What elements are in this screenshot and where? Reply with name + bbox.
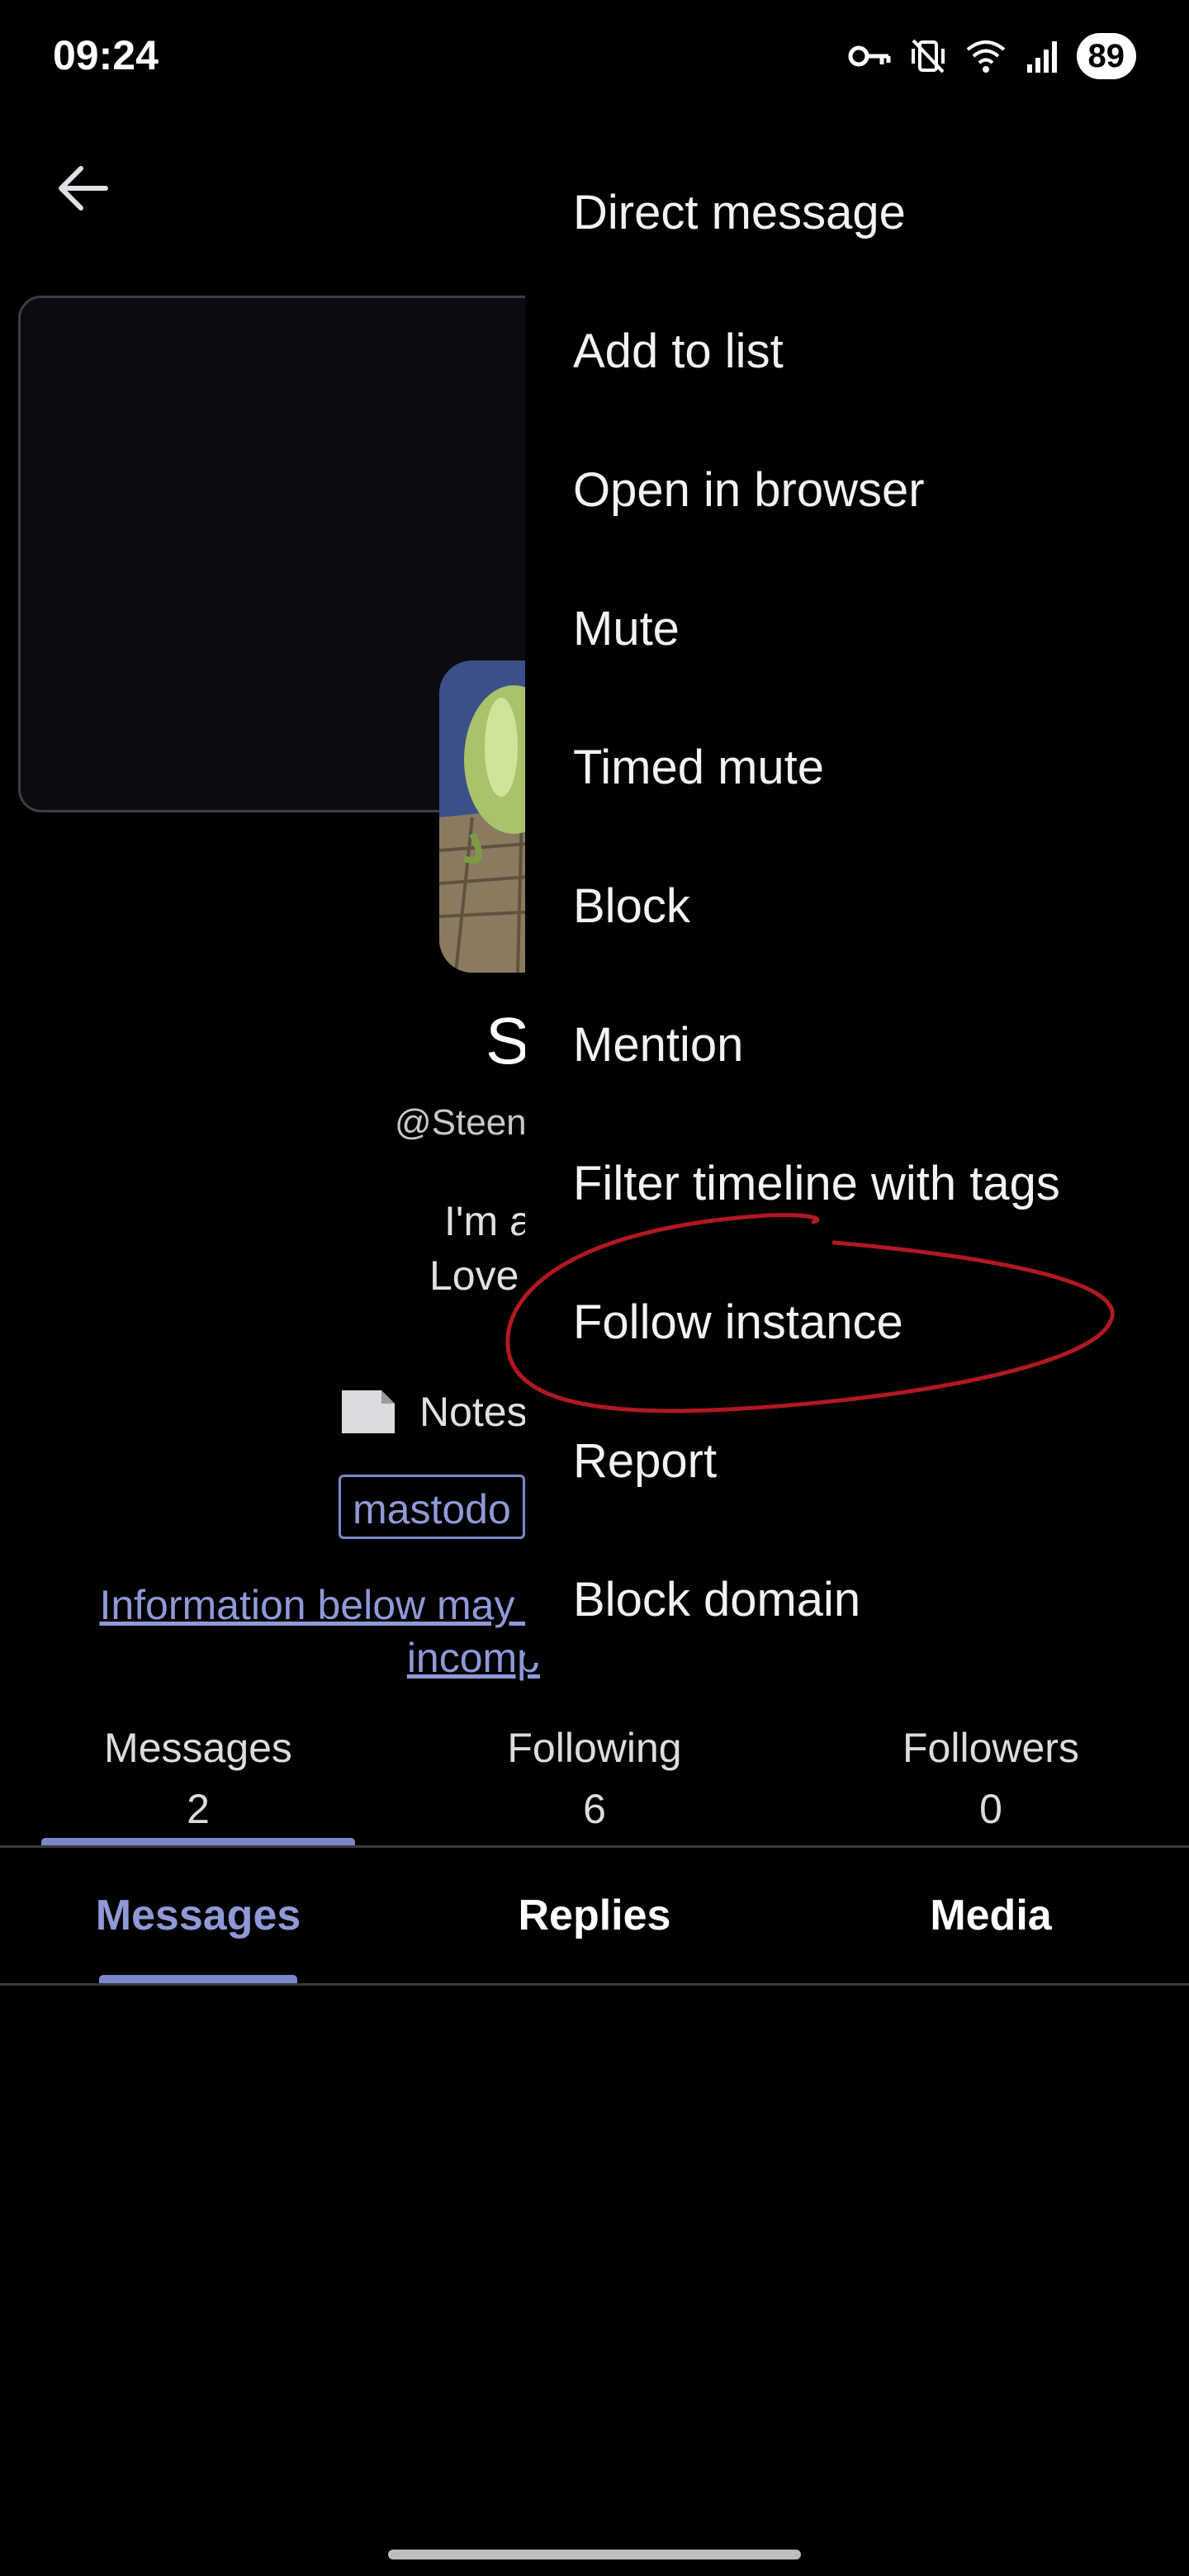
stat-label: Followers [902,1725,1079,1771]
status-icons: 89 [847,31,1136,81]
bio-line: Love [429,1252,519,1299]
profile-field-notes: Notes [339,1387,528,1437]
menu-item-mute[interactable]: Mute [573,580,680,679]
battery-indicator: 89 [1076,33,1136,79]
info-link-line: incomp [406,1635,540,1681]
account-handle: @Steen [395,1102,527,1143]
menu-item-block[interactable]: Block [573,857,690,956]
stat-following[interactable]: Following 6 [471,1717,718,1840]
vibrate-off-icon [910,37,946,75]
divider [0,1845,1189,1848]
arrow-left-icon [59,166,108,211]
bio-line: I'm a [444,1198,533,1244]
divider [0,1983,1189,1986]
menu-item-open-in-browser[interactable]: Open in browser [573,441,925,540]
info-link-line: Information below may r [99,1582,540,1628]
tab-selected-indicator [99,1975,297,1983]
stat-count: 6 [583,1786,606,1832]
stat-messages[interactable]: Messages 2 [74,1717,322,1840]
status-time: 09:24 [53,32,159,78]
instance-tag[interactable]: mastodo [339,1475,525,1539]
tab-replies[interactable]: Replies [429,1891,760,1940]
stat-label: Following [507,1725,682,1771]
stat-label: Messages [104,1725,292,1771]
menu-item-report[interactable]: Report [573,1412,717,1511]
display-name: S [486,1004,530,1077]
wifi-icon [964,38,1007,74]
menu-item-mention[interactable]: Mention [573,996,743,1095]
signal-icon [1026,38,1059,74]
menu-item-block-domain[interactable]: Block domain [573,1551,860,1650]
back-button[interactable] [48,154,117,223]
info-incomplete-link[interactable]: Information below may r incomp [45,1579,540,1684]
overflow-menu: Direct message Add to list Open in brows… [525,144,1189,1663]
document-icon [342,1390,395,1433]
status-bar: 09:24 89 [0,0,1189,116]
stat-followers[interactable]: Followers 0 [867,1717,1115,1840]
menu-item-follow-instance[interactable]: Follow instance [573,1273,903,1372]
vpn-key-icon [847,41,892,71]
menu-item-filter-timeline-with-tags[interactable]: Filter timeline with tags [573,1134,1060,1234]
menu-item-direct-message[interactable]: Direct message [573,163,906,263]
menu-item-timed-mute[interactable]: Timed mute [573,718,824,817]
gesture-home-bar[interactable] [388,2550,801,2559]
stat-count: 2 [187,1786,210,1832]
tab-media[interactable]: Media [826,1891,1156,1940]
profile-field-label: Notes [419,1389,528,1435]
tab-messages[interactable]: Messages [33,1891,363,1940]
menu-item-add-to-list[interactable]: Add to list [573,302,784,401]
stat-count: 0 [979,1786,1002,1832]
